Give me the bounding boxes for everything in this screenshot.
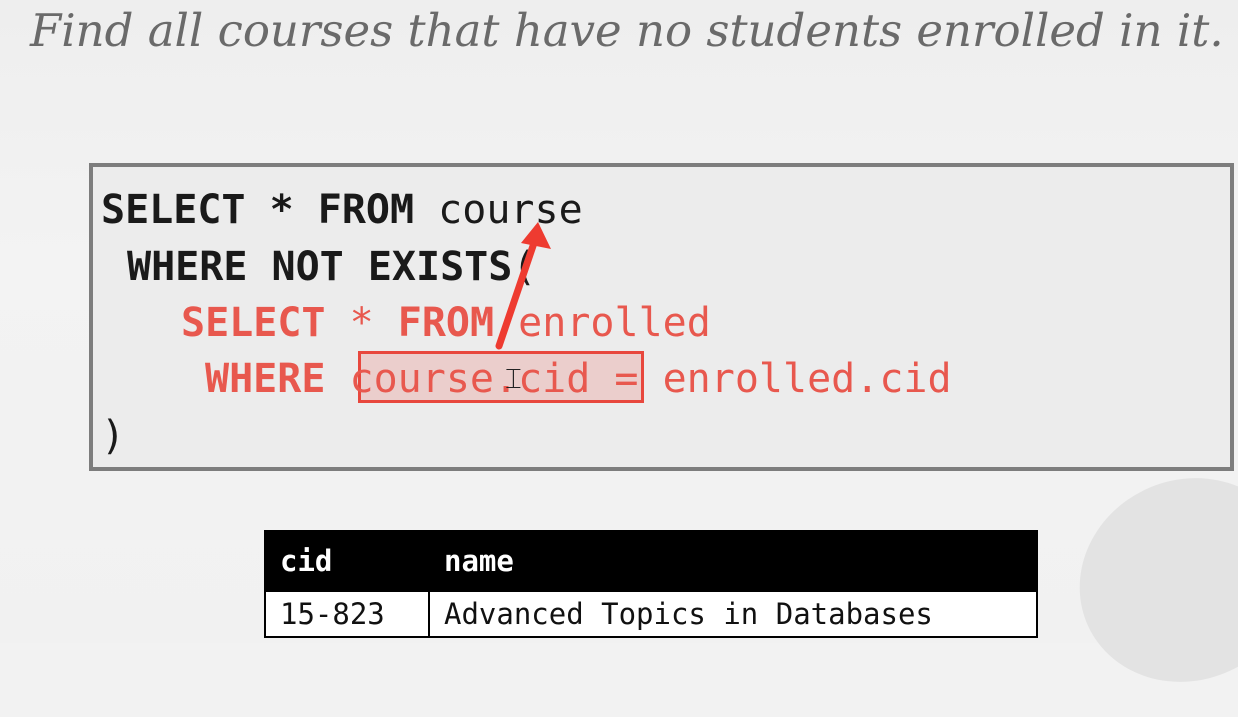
- query-line-5: ): [101, 411, 125, 461]
- sql-query-box: SELECT * FROM course WHERE NOT EXISTS( S…: [89, 163, 1234, 471]
- outer-reference-column: course.cid: [349, 356, 591, 402]
- select-star: *: [245, 187, 318, 233]
- join-condition-rhs: = enrolled.cid: [590, 356, 952, 402]
- query-line-1: SELECT * FROM course: [101, 185, 583, 235]
- keyword-where-not-exists: WHERE NOT EXISTS: [127, 244, 513, 290]
- result-table: cid name 15-823 Advanced Topics in Datab…: [264, 530, 1038, 638]
- cell-cid: 15-823: [264, 590, 430, 638]
- keyword-select: SELECT: [101, 187, 246, 233]
- table-header-row: cid name: [264, 530, 1038, 592]
- column-header-cid: cid: [264, 530, 430, 592]
- inner-keyword-from: FROM: [397, 300, 495, 346]
- inner-select-star: *: [325, 300, 398, 346]
- query-line-3: SELECT * FROM enrolled: [181, 298, 711, 348]
- text-cursor-icon: ⌶: [505, 362, 522, 395]
- cell-name: Advanced Topics in Databases: [428, 590, 1038, 638]
- inner-keyword-select: SELECT: [181, 300, 326, 346]
- close-paren: ): [101, 413, 126, 459]
- query-line-4: WHERE course.cid = enrolled.cid: [205, 354, 952, 404]
- query-line-2: WHERE NOT EXISTS(: [127, 242, 536, 292]
- table-row: 15-823 Advanced Topics in Databases: [264, 590, 1038, 638]
- inner-table-name: enrolled: [494, 300, 711, 346]
- inner-keyword-where: WHERE: [205, 356, 350, 402]
- column-header-name: name: [428, 530, 1038, 592]
- slide-title: Find all courses that have no students e…: [30, 4, 1224, 57]
- outer-table-name: course: [414, 187, 583, 233]
- open-paren: (: [512, 244, 537, 290]
- keyword-from: FROM: [317, 187, 415, 233]
